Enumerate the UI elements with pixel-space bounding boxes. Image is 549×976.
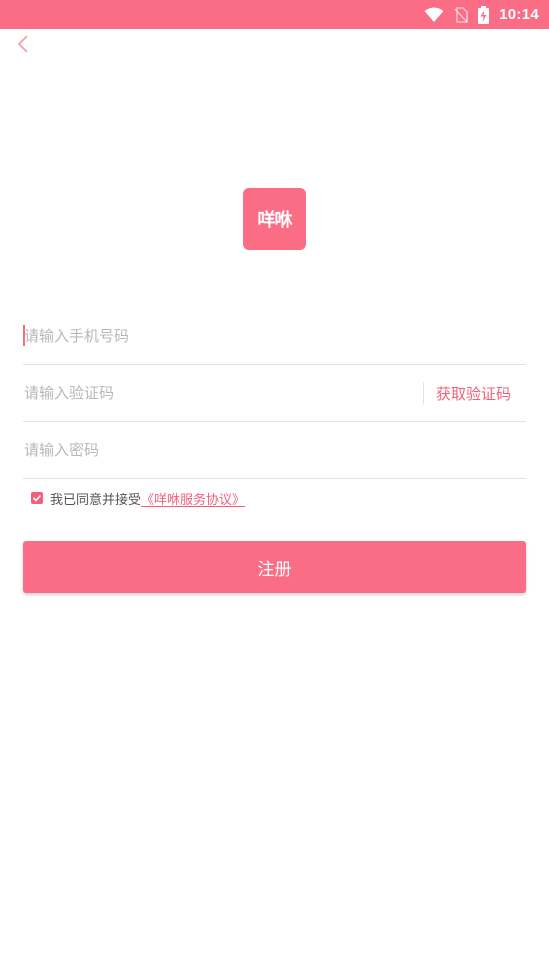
text-caret xyxy=(23,325,25,346)
code-divider xyxy=(422,382,424,404)
register-button[interactable]: 注册 xyxy=(23,541,526,593)
phone-row xyxy=(23,308,526,365)
verification-code-row: 获取验证码 xyxy=(23,365,526,422)
back-button[interactable] xyxy=(12,33,34,55)
phone-input[interactable] xyxy=(23,308,526,364)
wifi-icon xyxy=(424,7,444,23)
status-bar: 10:14 xyxy=(0,0,549,29)
app-logo: 咩咻 xyxy=(243,188,306,250)
chevron-left-icon xyxy=(17,35,28,53)
get-code-button[interactable]: 获取验证码 xyxy=(436,383,526,404)
password-row xyxy=(23,422,526,479)
verification-code-input[interactable] xyxy=(23,365,423,421)
password-input[interactable] xyxy=(23,422,526,478)
agreement-row: 我已同意并接受 《咩咻服务协议》 xyxy=(31,489,245,508)
logo-text: 咩咻 xyxy=(257,210,293,231)
agreement-checkbox[interactable] xyxy=(31,492,43,504)
battery-charging-icon xyxy=(478,5,490,24)
status-time: 10:14 xyxy=(499,6,539,23)
no-sim-icon xyxy=(454,6,468,23)
agreement-link[interactable]: 《咩咻服务协议》 xyxy=(141,489,245,508)
check-icon xyxy=(32,494,42,502)
agreement-text: 我已同意并接受 xyxy=(50,492,142,508)
